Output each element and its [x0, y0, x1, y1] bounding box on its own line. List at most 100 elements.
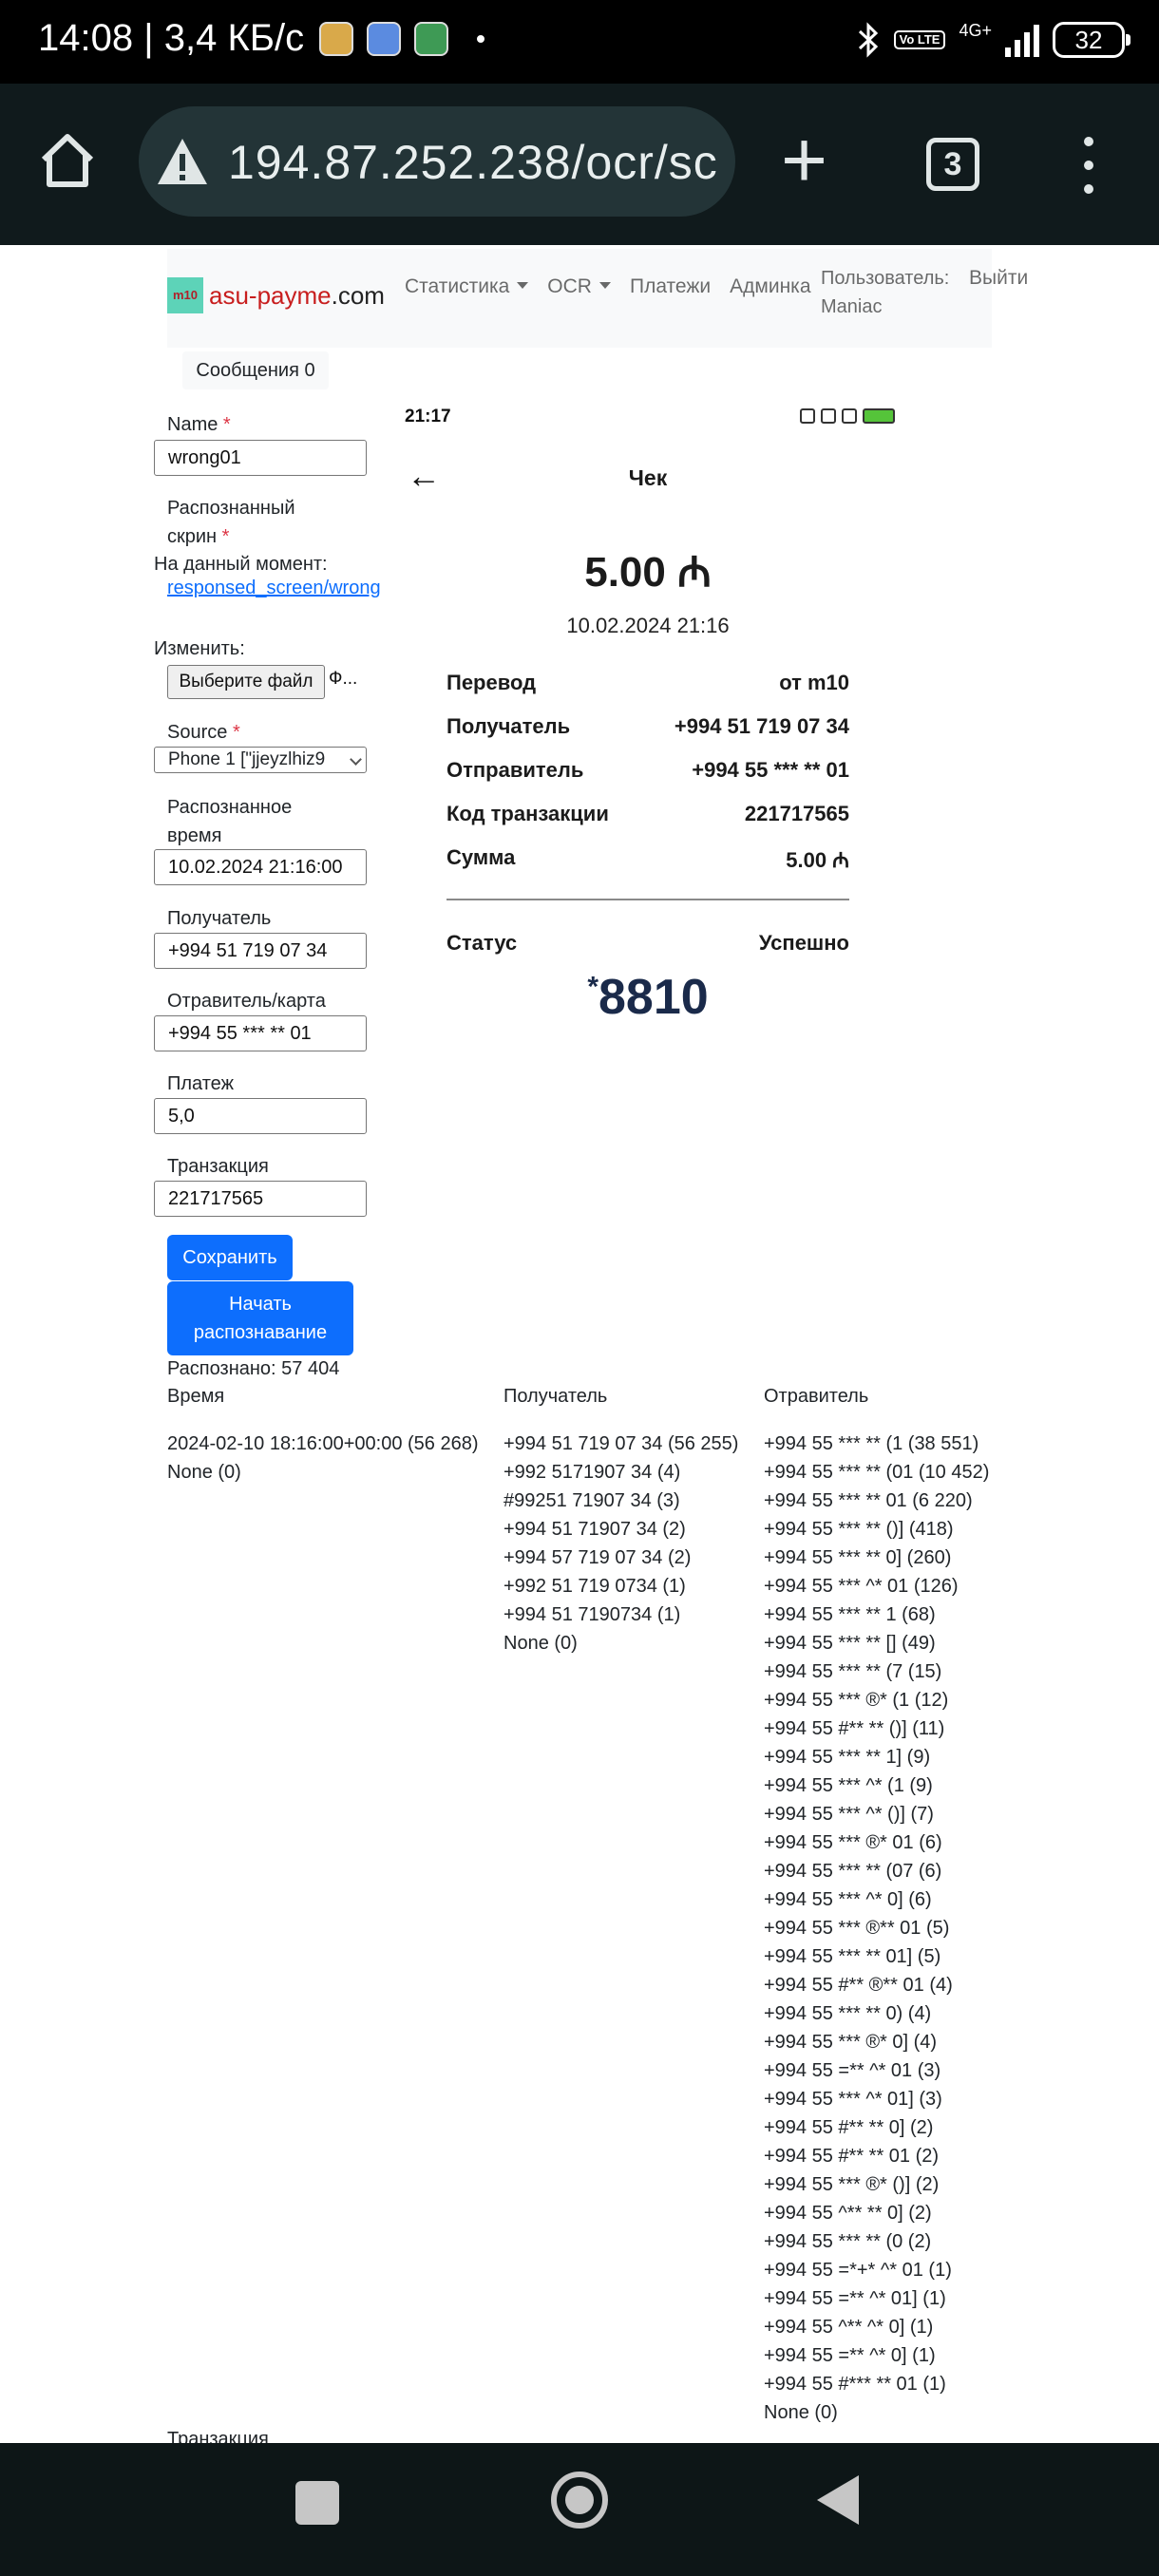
volte-icon: Vo LTE	[893, 30, 946, 49]
receipt-row: Перевод от m10	[446, 671, 849, 695]
receipt-row-label: Перевод	[446, 671, 537, 694]
signal-bar	[1024, 32, 1030, 57]
system-navigation-bar	[0, 2443, 1159, 2576]
current-screen-link[interactable]: responsed_screen/wrong	[167, 578, 382, 599]
sender-stat-item: +994 55 *** ** (07 (6)	[764, 1861, 942, 1882]
source-selected-value: Phone 1 ["jjeyzlhiz9	[168, 749, 326, 769]
sender-stat-item: +994 55 *** ®** 01 (5)	[764, 1918, 950, 1939]
back-button[interactable]	[817, 2475, 859, 2525]
recents-button[interactable]	[295, 2481, 339, 2525]
nav-statistics-dropdown[interactable]: Статистика	[405, 275, 528, 298]
battery-icon: 32	[1053, 22, 1130, 58]
sender-stat-item: +994 55 #*** ** 01 (1)	[764, 2374, 946, 2395]
home-icon[interactable]	[36, 129, 99, 192]
home-button[interactable]	[551, 2472, 608, 2529]
change-label: Изменить:	[154, 638, 245, 659]
sender-stat-item: +994 55 ^** ** 0] (2)	[764, 2203, 932, 2224]
name-input[interactable]	[154, 440, 367, 476]
support-logo: *8810	[399, 969, 897, 1026]
sender-stat-item: +994 55 =** ^* 01] (1)	[764, 2288, 946, 2309]
choose-file-button[interactable]: Выберите файл	[167, 665, 325, 699]
sender-stat-item: +994 55 *** ** [] (49)	[764, 1633, 936, 1654]
payment-input[interactable]	[154, 1098, 367, 1134]
recipient-stat-item: +992 51 719 0734 (1)	[504, 1576, 686, 1597]
receipt-status-icons	[800, 408, 895, 424]
recipient-stat-item: None (0)	[504, 1633, 578, 1654]
sender-stat-item: +994 55 *** ** (0 (2)	[764, 2231, 932, 2252]
support-logo-star: *	[587, 971, 598, 1003]
receipt-row: Получатель +994 51 719 07 34	[446, 714, 849, 739]
transaction-input[interactable]	[154, 1181, 367, 1217]
sender-stat-item: +994 55 *** ®* ()] (2)	[764, 2174, 940, 2195]
site-navbar: m10 asu-payme .com Статистика OCR Платеж…	[167, 249, 1028, 348]
brand-link[interactable]: m10 asu-payme .com	[167, 277, 385, 313]
tab-switcher-button[interactable]: 3	[926, 138, 979, 191]
sender-stat-item: +994 55 *** ** (7 (15)	[764, 1661, 942, 1682]
sender-stat-item: +994 55 *** ^* 01] (3)	[764, 2089, 942, 2110]
logout-link[interactable]: Выйти	[969, 264, 1028, 293]
chrome-notification-icon	[319, 21, 354, 56]
signal-bar	[1005, 47, 1011, 57]
app-notification-icon	[367, 21, 402, 56]
recipient-stat-item: #99251 71907 34 (3)	[504, 1490, 680, 1511]
menu-dot	[1084, 184, 1093, 194]
recipient-stats-list: +994 51 719 07 34 (56 255) +992 5171907 3…	[504, 1430, 738, 1657]
nav-ocr-dropdown[interactable]: OCR	[547, 275, 611, 298]
support-logo-number: 8810	[598, 970, 709, 1025]
time-input[interactable]	[154, 849, 367, 885]
network-type: 4G+	[959, 20, 992, 40]
brand-domain: .com	[331, 280, 385, 310]
sender-stat-item: +994 55 *** ** 1 (68)	[764, 1604, 936, 1625]
separator: |	[133, 17, 164, 59]
sender-stat-item: +994 55 *** ^* 01 (126)	[764, 1576, 959, 1597]
receipt-status-value: Успешно	[758, 931, 849, 955]
source-label-text: Source	[167, 722, 228, 743]
bluetooth-icon	[858, 22, 878, 58]
url-text[interactable]: 194.87.252.238/ocr/sc	[228, 135, 718, 190]
receipt-date: 10.02.2024 21:16	[566, 614, 730, 637]
browser-toolbar: 194.87.252.238/ocr/sc + 3	[0, 84, 1159, 245]
sender-stat-item: +994 55 *** ^* (1 (9)	[764, 1775, 933, 1796]
receipt-divider	[446, 899, 849, 900]
bluetooth-icon	[800, 408, 815, 424]
app-notification-icon	[414, 21, 449, 56]
nav-payments[interactable]: Платежи	[630, 275, 711, 298]
brand-name: asu-payme	[209, 280, 332, 310]
file-name: Ф...	[329, 669, 358, 689]
sender-stat-item: +994 55 *** ** 0] (260)	[764, 1547, 952, 1568]
screen-label: Распознанный скрин *	[167, 494, 319, 551]
nav-admin[interactable]: Админка	[730, 275, 810, 298]
recipient-stat-item: +992 5171907 34 (4)	[504, 1462, 681, 1483]
signal-bar	[1034, 25, 1039, 57]
recipient-stat-item: +994 51 719 07 34 (56 255)	[504, 1433, 739, 1454]
address-bar[interactable]: 194.87.252.238/ocr/sc	[139, 106, 735, 217]
new-tab-plus-icon[interactable]: +	[781, 120, 827, 199]
messages-button[interactable]: Сообщения 0	[182, 351, 329, 389]
time-stat-item: 2024-02-10 18:16:00+00:00 (56 268)	[167, 1433, 479, 1454]
sender-label: Отравитель/карта	[167, 991, 326, 1012]
receipt-row: Код транзакции 221717565	[446, 802, 849, 826]
recipient-label: Получатель	[167, 908, 272, 929]
receipt-row: Отправитель +994 55 *** ** 01	[446, 758, 849, 783]
clock: 14:08	[38, 17, 134, 59]
overflow-menu-icon[interactable]	[1079, 137, 1098, 194]
chevron-down-icon	[350, 753, 362, 766]
receipt-row-value: 5.00 ₼	[786, 848, 849, 872]
save-button[interactable]: Сохранить	[167, 1235, 293, 1280]
sender-input[interactable]	[154, 1015, 367, 1051]
sender-stat-item: +994 55 *** ^* 0] (6)	[764, 1889, 932, 1910]
sender-stat-item: +994 55 *** ** (1 (38 551)	[764, 1433, 979, 1454]
screen-label-text: Распознанный скрин	[167, 498, 295, 547]
sender-stat-item: +994 55 *** ** 01] (5)	[764, 1946, 941, 1967]
warning-icon[interactable]	[156, 135, 209, 188]
recipient-column-header: Получатель	[504, 1386, 608, 1407]
sender-stat-item: +994 55 =** ^* 0] (1)	[764, 2345, 936, 2366]
receipt-status-time: 21:17	[405, 407, 451, 426]
required-marker: *	[232, 722, 240, 743]
receipt-row-value: 221717565	[744, 802, 849, 825]
start-recognition-button[interactable]: Начать распознавание	[167, 1281, 353, 1355]
recipient-input[interactable]	[154, 933, 367, 969]
source-select[interactable]: Phone 1 ["jjeyzlhiz9	[154, 747, 367, 773]
sender-stat-item: +994 55 =*+* ^* 01 (1)	[764, 2260, 952, 2281]
sender-stats-list: +994 55 *** ** (1 (38 551) +994 55 *** **…	[764, 1430, 989, 2427]
